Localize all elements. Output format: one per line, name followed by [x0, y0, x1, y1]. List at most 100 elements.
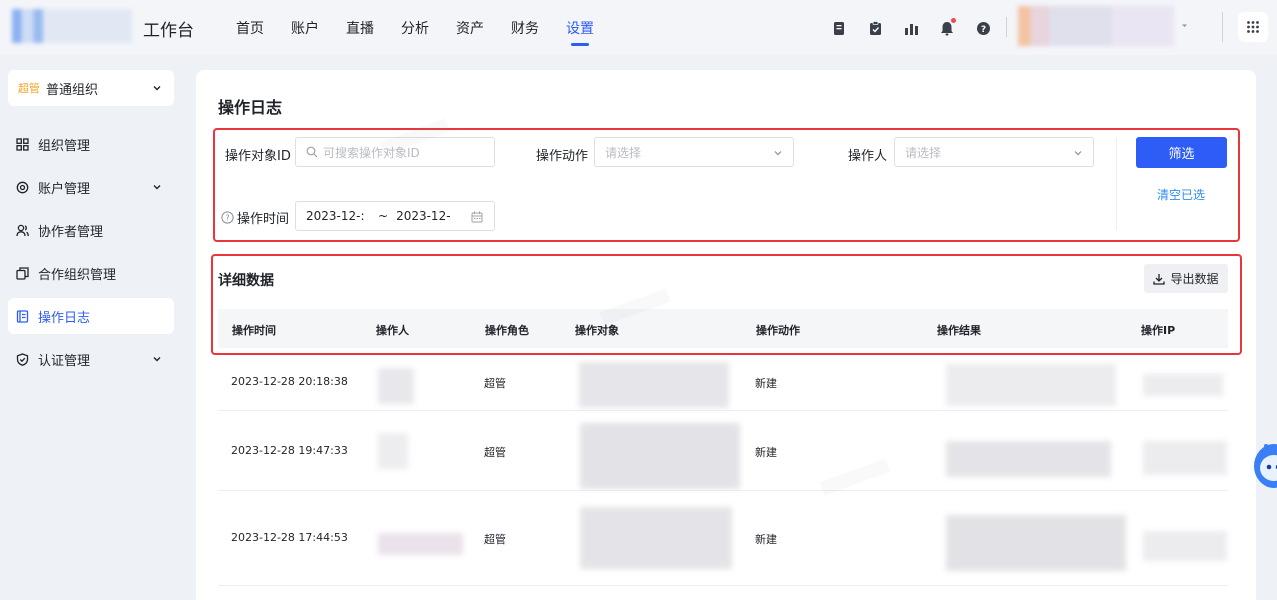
- bell-icon[interactable]: [936, 17, 958, 39]
- org-selector[interactable]: 超管 普通组织: [8, 70, 174, 106]
- nav-home[interactable]: 首页: [236, 18, 264, 38]
- table-row[interactable]: 2023-12-28 19:47:33 超管 新建: [218, 411, 1228, 491]
- log-icon: [16, 309, 30, 323]
- main-nav: 首页 账户 直播 分析 资产 财务 设置: [236, 18, 621, 46]
- org-name: 普通组织: [46, 82, 99, 98]
- top-bar: 工作台 首页 账户 直播 分析 资产 财务 设置 ?: [0, 0, 1277, 55]
- sidebar-menu: 组织管理 账户管理 协作者管理 合作组织管理 操作日志 认证管理: [8, 126, 174, 384]
- table-row[interactable]: 2023-12-28 20:18:38 超管 新建: [218, 354, 1228, 411]
- cell-role: 超管: [484, 377, 506, 390]
- column-header[interactable]: 操作动作: [756, 322, 800, 338]
- copy-icon: [16, 266, 30, 280]
- sidebar-item-label: 操作日志: [38, 310, 91, 326]
- assistant-robot-icon[interactable]: [1252, 440, 1277, 492]
- svg-text:?: ?: [225, 214, 229, 223]
- operator-select[interactable]: 请选择: [894, 137, 1094, 167]
- sidebar-item-label: 协作者管理: [38, 224, 104, 240]
- cell-action: 新建: [755, 377, 777, 390]
- chevron-down-icon[interactable]: [1180, 19, 1189, 34]
- nav-live[interactable]: 直播: [346, 18, 374, 38]
- calendar-icon: [471, 211, 483, 223]
- cell-action: 新建: [755, 533, 777, 546]
- cell-result-redacted: [946, 515, 1126, 571]
- app-grid-button[interactable]: [1238, 12, 1268, 42]
- logo[interactable]: [12, 9, 132, 43]
- date-separator: ~: [378, 209, 389, 223]
- search-input-placeholder: 可搜索操作对象ID: [323, 145, 420, 160]
- avatar[interactable]: [1018, 6, 1174, 46]
- svg-text:?: ?: [980, 25, 985, 35]
- clipboard-icon[interactable]: [864, 17, 886, 39]
- cell-ip-redacted: [1143, 531, 1227, 561]
- sidebar-item-collaborators[interactable]: 协作者管理: [8, 212, 174, 248]
- sidebar-item-partner-orgs[interactable]: 合作组织管理: [8, 255, 174, 291]
- sidebar-item-org-management[interactable]: 组织管理: [8, 126, 174, 162]
- clear-selection-link[interactable]: 清空已选: [1157, 186, 1205, 203]
- chevron-down-icon: [152, 353, 162, 368]
- help-icon[interactable]: ?: [221, 211, 234, 224]
- time-label: 操作时间: [237, 212, 290, 227]
- org-role-tag: 超管: [18, 82, 40, 95]
- chevron-down-icon: [152, 181, 162, 196]
- divider: [1222, 12, 1223, 42]
- sidebar-item-label: 账户管理: [38, 181, 91, 197]
- divider: [1006, 17, 1007, 37]
- page-title: 操作日志: [218, 98, 283, 117]
- grid-icon: [1247, 21, 1259, 33]
- action-select-placeholder: 请选择: [605, 145, 642, 160]
- date-end[interactable]: 2023-12-: [396, 209, 458, 223]
- target-id-label: 操作对象ID: [225, 149, 291, 164]
- nav-settings[interactable]: 设置: [566, 18, 594, 46]
- grid-icon: [16, 137, 30, 151]
- action-select[interactable]: 请选择: [594, 137, 794, 167]
- filter-button[interactable]: 筛选: [1136, 137, 1227, 168]
- main-card: 操作日志 操作对象ID 可搜索操作对象ID 操作动作 请选择 操作人 请选择 筛…: [196, 70, 1256, 600]
- nav-assets[interactable]: 资产: [456, 18, 484, 38]
- cell-target-redacted: [579, 362, 729, 408]
- search-icon: [306, 146, 318, 158]
- time-label-group: ? 操作时间: [221, 208, 289, 227]
- app-title: 工作台: [143, 21, 194, 41]
- cell-time: 2023-12-28 17:44:53: [231, 531, 348, 544]
- sidebar-item-operation-log[interactable]: 操作日志: [8, 298, 174, 334]
- cell-operator-redacted: [378, 533, 463, 555]
- sidebar-item-account-management[interactable]: 账户管理: [8, 169, 174, 205]
- divider: [1116, 138, 1117, 230]
- date-start[interactable]: 2023-12-:: [306, 209, 372, 223]
- column-header[interactable]: 操作角色: [485, 322, 529, 338]
- sidebar-item-label: 组织管理: [38, 138, 91, 154]
- nav-finance[interactable]: 财务: [511, 18, 539, 38]
- cell-ip-redacted: [1143, 374, 1223, 396]
- cell-target-redacted: [580, 423, 740, 489]
- sidebar-item-label: 认证管理: [38, 353, 91, 369]
- chart-icon[interactable]: [900, 17, 922, 39]
- cell-time: 2023-12-28 19:47:33: [231, 444, 348, 457]
- column-header[interactable]: 操作对象: [575, 322, 619, 338]
- export-button[interactable]: 导出数据: [1144, 264, 1228, 293]
- date-range-picker[interactable]: 2023-12-: ~ 2023-12-: [295, 201, 495, 231]
- document-icon[interactable]: [828, 17, 850, 39]
- action-label: 操作动作: [536, 149, 589, 164]
- chevron-down-icon: [773, 147, 783, 161]
- target-id-search-input[interactable]: 可搜索操作对象ID: [295, 137, 495, 167]
- column-header[interactable]: 操作人: [376, 322, 409, 338]
- nav-account[interactable]: 账户: [291, 18, 319, 38]
- cell-result-redacted: [946, 364, 1116, 406]
- cell-operator-redacted: [378, 368, 414, 404]
- download-icon: [1153, 273, 1166, 285]
- column-header[interactable]: 操作结果: [937, 322, 981, 338]
- cell-target-redacted: [580, 507, 732, 569]
- sidebar-item-certification[interactable]: 认证管理: [8, 341, 174, 377]
- help-icon[interactable]: ?: [972, 17, 994, 39]
- cell-role: 超管: [484, 533, 506, 546]
- chevron-down-icon: [1073, 147, 1083, 161]
- column-header[interactable]: 操作IP: [1141, 322, 1175, 338]
- column-header[interactable]: 操作时间: [232, 322, 276, 338]
- table-row[interactable]: 2023-12-28 17:44:53 超管 新建: [218, 491, 1228, 586]
- cell-action: 新建: [755, 446, 777, 459]
- settings-icon: [16, 180, 30, 194]
- sidebar-item-label: 合作组织管理: [38, 267, 117, 283]
- cell-result-redacted: [946, 441, 1111, 477]
- chevron-down-icon: [152, 82, 162, 97]
- nav-analytics[interactable]: 分析: [401, 18, 429, 38]
